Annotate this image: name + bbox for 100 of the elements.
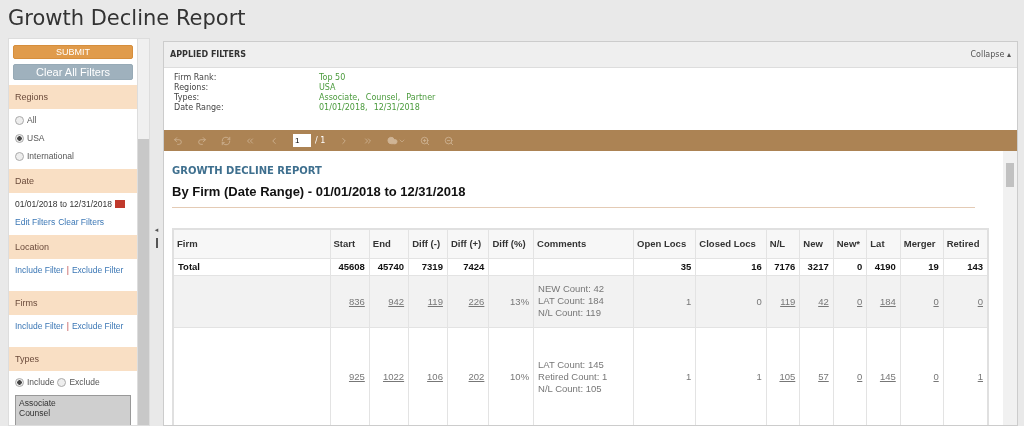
comments-cell: NEW Count: 42 LAT Count: 184 N/L Count: 119 <box>533 275 634 327</box>
column-header: New* <box>833 229 867 258</box>
page-total: / 1 <box>315 136 326 145</box>
radio-button[interactable] <box>15 133 24 143</box>
table-cell: 13% <box>510 295 530 307</box>
count-link[interactable]: 925 <box>348 371 365 383</box>
table-cell: 0 <box>756 295 762 307</box>
table-cell: 1 <box>686 295 692 307</box>
zoom-out-icon[interactable] <box>444 135 455 146</box>
previous-page-icon[interactable] <box>269 135 279 146</box>
radio-label: Include <box>27 377 55 387</box>
radio-label: All <box>27 115 37 125</box>
page-number-field[interactable]: 1 <box>293 134 311 147</box>
filter-link[interactable]: Include Filter <box>15 321 64 331</box>
column-header: Retired <box>943 229 988 258</box>
column-header: Merger <box>900 229 944 258</box>
filter-value: Partner <box>406 93 436 103</box>
column-header: Lat <box>866 229 901 258</box>
count-link[interactable]: 1 <box>977 371 983 383</box>
radio-label: USA <box>27 133 45 143</box>
undo-icon[interactable] <box>173 135 183 146</box>
count-link[interactable]: 0 <box>933 371 939 383</box>
panel-title: APPLIED FILTERS <box>170 50 246 59</box>
radio-label: Exclude <box>69 377 100 387</box>
splitter-handle[interactable] <box>155 238 158 248</box>
count-link[interactable]: 119 <box>427 295 443 307</box>
filter-value: Counsel, <box>365 93 401 103</box>
table-cell: 10% <box>510 371 530 383</box>
count-link[interactable]: 0 <box>977 295 983 307</box>
count-link[interactable]: 42 <box>818 295 829 307</box>
scrollbar[interactable] <box>137 39 149 425</box>
column-header: New <box>799 229 834 258</box>
table-cell: 1 <box>756 371 762 383</box>
collapse-link[interactable]: Collapse ▴ <box>970 50 1011 59</box>
filter-value: Associate, <box>319 93 360 103</box>
radio-button[interactable] <box>57 377 67 387</box>
count-link[interactable]: 0 <box>857 295 863 307</box>
separator-text: | <box>66 265 69 275</box>
count-link[interactable]: 119 <box>780 295 796 307</box>
filter-link[interactable]: Clear Filters <box>58 217 104 227</box>
table-cell: 1 <box>686 371 692 383</box>
count-link[interactable]: 184 <box>879 295 896 307</box>
column-header: Diff (+) <box>447 229 489 258</box>
separator-text: | <box>66 321 69 331</box>
count-link[interactable]: 836 <box>348 295 365 307</box>
column-header: Comments <box>533 229 634 258</box>
count-link[interactable]: 106 <box>427 371 443 383</box>
count-link[interactable]: 1022 <box>383 371 405 383</box>
radio-button[interactable] <box>15 151 24 161</box>
column-header: N/L <box>766 229 800 258</box>
last-page-icon[interactable] <box>363 135 374 146</box>
download-icon[interactable] <box>387 135 407 146</box>
first-page-icon[interactable] <box>245 135 255 146</box>
zoom-in-icon[interactable] <box>420 135 431 146</box>
section-header: Location <box>9 235 138 259</box>
column-header: Diff (%) <box>488 229 534 258</box>
column-header: End <box>369 229 409 258</box>
redo-icon[interactable] <box>197 135 207 146</box>
radio-button[interactable] <box>15 115 24 125</box>
column-header: Start <box>330 229 370 258</box>
page-title: Growth Decline Report <box>7 5 247 32</box>
filter-value: USA <box>319 83 336 93</box>
filter-value: 12/31/2018 <box>373 103 420 113</box>
filter-link[interactable]: Edit Filters <box>15 217 56 227</box>
filter-label: Firm Rank: <box>174 73 218 83</box>
filter-link[interactable]: Exclude Filter <box>71 321 124 331</box>
column-header: Closed Locs <box>695 229 767 258</box>
list-item[interactable]: Associate <box>19 398 128 408</box>
list-item[interactable]: Counsel <box>19 408 128 418</box>
filter-value: Top 50 <box>319 73 346 83</box>
section-header: Date <box>9 169 138 193</box>
report-subtitle: By Firm (Date Range) - 01/01/2018 to 12/31/2018 <box>172 184 975 208</box>
filter-label: Regions: <box>174 83 210 93</box>
radio-label: International <box>27 151 74 161</box>
filter-label: Date Range: <box>174 103 225 113</box>
section-header: Regions <box>9 85 138 109</box>
report-title: GROWTH DECLINE REPORT <box>172 165 323 176</box>
count-link[interactable]: 226 <box>468 295 485 307</box>
count-link[interactable]: 145 <box>879 371 896 383</box>
count-link[interactable]: 0 <box>857 371 863 383</box>
column-header: Diff (-) <box>408 229 448 258</box>
count-link[interactable]: 57 <box>818 371 829 383</box>
scrollbar[interactable] <box>1003 151 1017 425</box>
filter-link[interactable]: Include Filter <box>15 265 64 275</box>
section-header: Types <box>9 347 138 371</box>
count-link[interactable]: 105 <box>779 371 796 383</box>
count-link[interactable]: 202 <box>468 371 485 383</box>
filter-value: 01/01/2018, <box>319 103 368 113</box>
radio-button[interactable] <box>15 377 24 387</box>
column-header: Firm <box>173 229 330 258</box>
filter-label: Types: <box>174 93 201 103</box>
section-header: Firms <box>9 291 138 315</box>
count-link[interactable]: 942 <box>388 295 405 307</box>
date-range-text: 01/01/2018 to 12/31/2018 <box>15 199 112 209</box>
refresh-icon[interactable] <box>221 135 231 146</box>
column-header: Open Locs <box>633 229 696 258</box>
filter-link[interactable]: Exclude Filter <box>71 265 124 275</box>
count-link[interactable]: 0 <box>933 295 939 307</box>
types-list-box[interactable]: Associate Counsel <box>15 395 132 425</box>
comments-cell: LAT Count: 145 Retired Count: 1 N/L Count: 105 <box>533 327 634 425</box>
